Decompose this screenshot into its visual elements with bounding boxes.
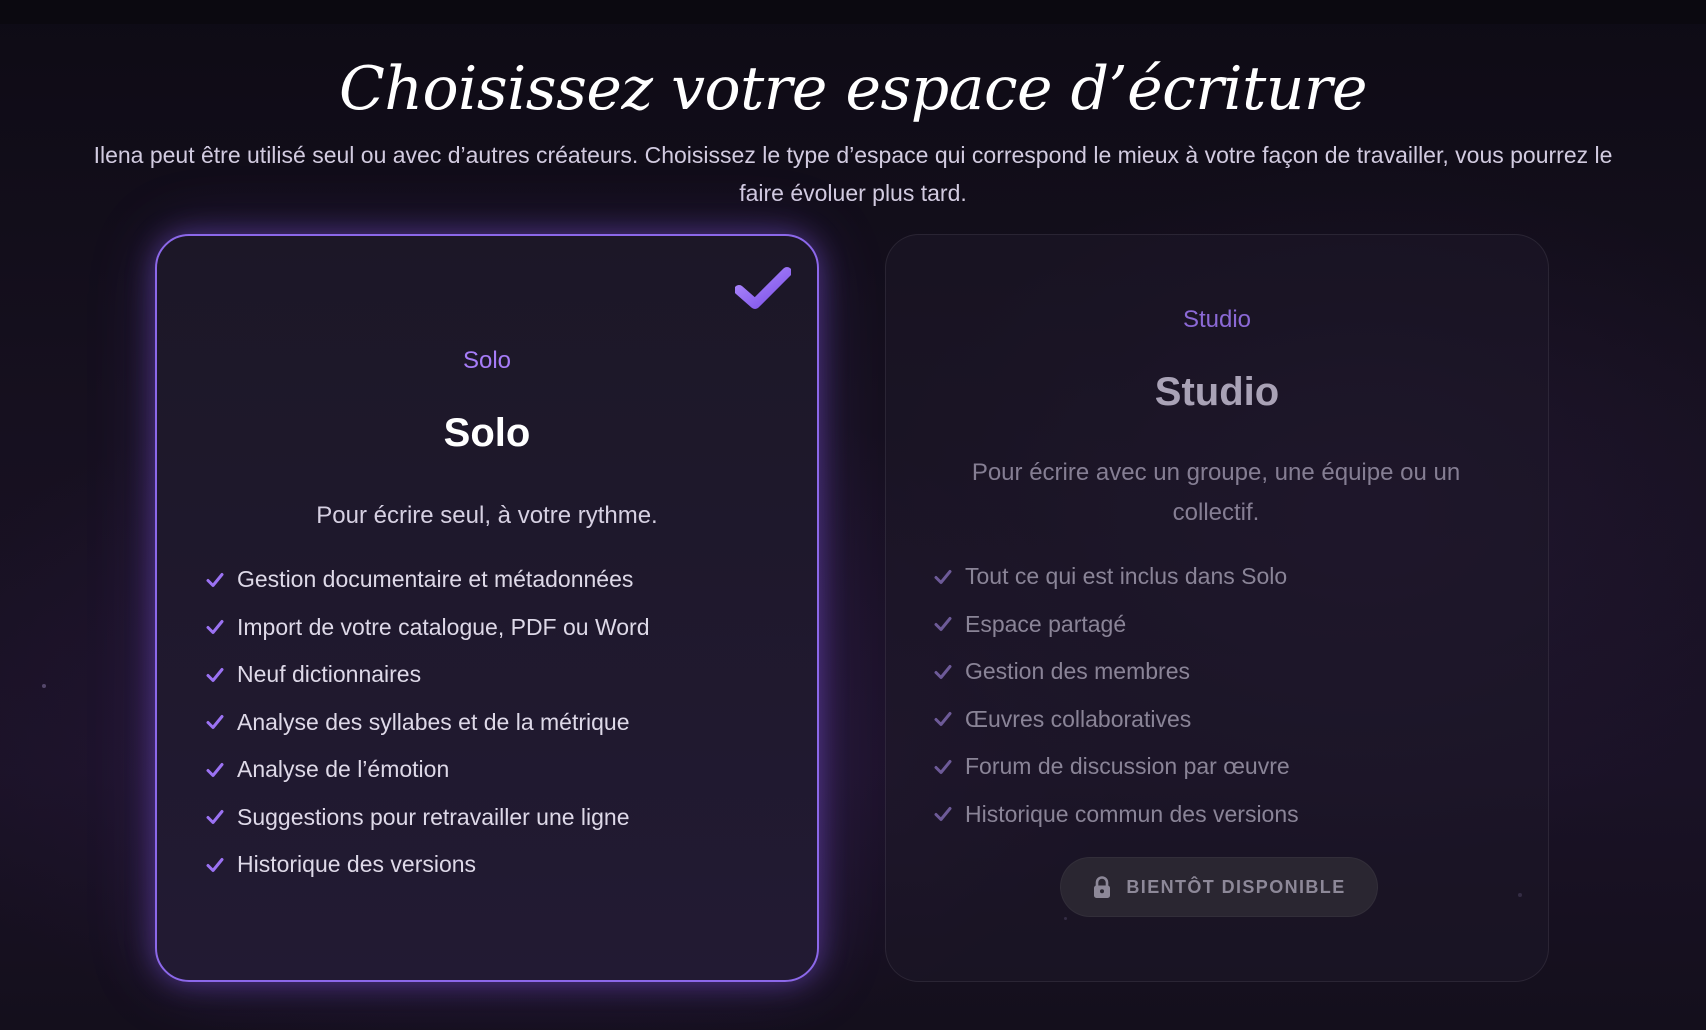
feature-label: Historique commun des versions (965, 800, 1299, 827)
feature-item: Import de votre catalogue, PDF ou Word (205, 604, 650, 652)
feature-label: Œuvres collaboratives (965, 705, 1192, 732)
feature-label: Forum de discussion par œuvre (965, 753, 1290, 780)
feature-label: Analyse des syllabes et de la métrique (237, 708, 630, 735)
page-subtitle: Ilena peut être utilisé seul ou avec d’a… (93, 142, 1613, 206)
checkmark-icon (734, 266, 792, 312)
feature-label: Espace partagé (965, 610, 1127, 637)
feature-item: Historique des versions (205, 841, 650, 889)
coming-soon-label: BIENTÔT DISPONIBLE (1126, 876, 1346, 897)
feature-item: Œuvres collaboratives (933, 696, 1299, 744)
check-icon (205, 760, 225, 780)
lock-icon (1092, 875, 1112, 899)
page-title: Choisissez votre espace d’écriture (338, 54, 1368, 124)
top-bar (0, 0, 1706, 24)
check-icon (933, 567, 953, 587)
plan-kicker: Solo (462, 347, 512, 374)
plan-title: Studio (1154, 370, 1280, 414)
check-icon (205, 617, 225, 637)
feature-item: Historique commun des versions (933, 791, 1299, 839)
feature-item: Tout ce qui est inclus dans Solo (933, 553, 1299, 601)
feature-label: Gestion documentaire et métadonnées (237, 566, 634, 593)
feature-label: Analyse de l’émotion (237, 756, 450, 783)
feature-label: Gestion des membres (965, 658, 1190, 685)
feature-label: Historique des versions (237, 851, 477, 878)
feature-item: Suggestions pour retravailler une ligne (205, 794, 650, 842)
check-icon (205, 855, 225, 875)
check-icon (933, 804, 953, 824)
plan-description: Pour écrire seul, à votre rythme. (316, 502, 658, 529)
feature-item: Analyse des syllabes et de la métrique (205, 699, 650, 747)
feature-item: Gestion des membres (933, 648, 1299, 696)
plan-description: Pour écrire avec un groupe, une équipe o… (971, 459, 1461, 526)
feature-label: Import de votre catalogue, PDF ou Word (237, 613, 650, 640)
feature-item: Analyse de l’émotion (205, 746, 650, 794)
feature-item: Forum de discussion par œuvre (933, 743, 1299, 791)
background-speck (42, 684, 46, 688)
check-icon (933, 662, 953, 682)
coming-soon-button[interactable]: BIENTÔT DISPONIBLE (1060, 857, 1378, 917)
feature-list: Gestion documentaire et métadonnées Impo… (205, 556, 650, 889)
feature-item: Neuf dictionnaires (205, 651, 650, 699)
feature-item: Espace partagé (933, 601, 1299, 649)
plan-card-studio: Studio Studio Pour écrire avec un groupe… (885, 234, 1549, 982)
check-icon (205, 712, 225, 732)
plan-kicker: Studio (1182, 306, 1252, 333)
check-icon (205, 570, 225, 590)
feature-label: Suggestions pour retravailler une ligne (237, 803, 630, 830)
feature-list: Tout ce qui est inclus dans Solo Espace … (933, 553, 1299, 838)
check-icon (933, 614, 953, 634)
feature-item: Gestion documentaire et métadonnées (205, 556, 650, 604)
feature-label: Neuf dictionnaires (237, 661, 422, 688)
check-icon (205, 665, 225, 685)
feature-label: Tout ce qui est inclus dans Solo (965, 563, 1288, 590)
check-icon (933, 757, 953, 777)
check-icon (205, 807, 225, 827)
plan-title: Solo (443, 411, 531, 455)
plan-card-solo[interactable]: Solo Solo Pour écrire seul, à votre ryth… (155, 234, 819, 982)
check-icon (933, 709, 953, 729)
